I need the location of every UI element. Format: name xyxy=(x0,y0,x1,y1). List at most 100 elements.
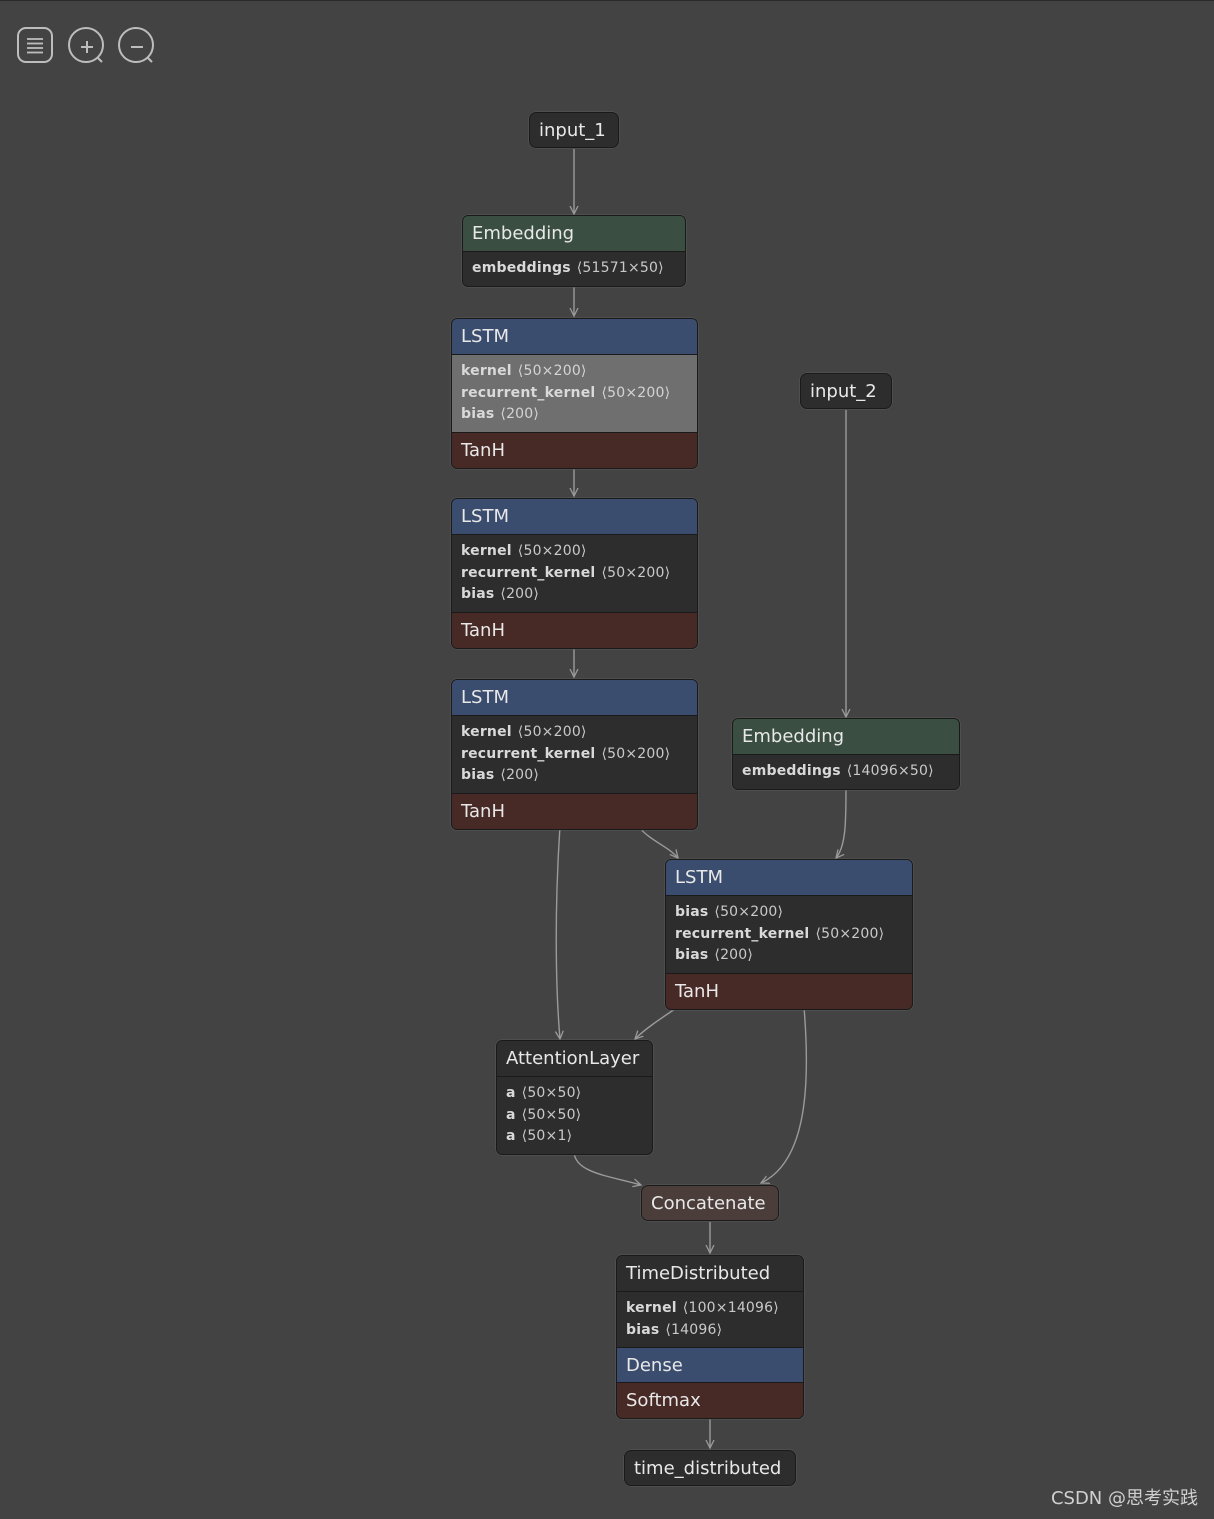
attr-name: recurrent_kernel xyxy=(461,384,596,401)
zoom-in-icon xyxy=(81,41,103,63)
attr-shape: ⟨50×200⟩ xyxy=(601,384,671,401)
attr-name: bias xyxy=(675,904,709,920)
node-title: Embedding xyxy=(472,223,575,244)
node-lstm-1[interactable]: LSTM kernel ⟨50×200⟩ recurrent_kernel ⟨50×… xyxy=(451,318,698,469)
node-input-1[interactable]: input_1 xyxy=(529,112,619,148)
activation-label: TanH xyxy=(461,619,505,641)
attr-shape: ⟨200⟩ xyxy=(500,767,540,783)
attr-shape: ⟨200⟩ xyxy=(500,406,540,422)
node-embedding-1-attrs: embeddings ⟨51571×50⟩ xyxy=(463,251,685,286)
node-concatenate-label: Concatenate xyxy=(651,1192,766,1214)
node-lstm-2-header: LSTM xyxy=(452,499,697,534)
node-output[interactable]: time_distributed xyxy=(624,1450,796,1486)
node-title: LSTM xyxy=(461,326,509,347)
attr-name: bias xyxy=(461,406,495,422)
attr-shape: ⟨14096×50⟩ xyxy=(846,763,934,779)
attr-shape: ⟨50×200⟩ xyxy=(714,904,784,920)
node-input-2-label: input_2 xyxy=(810,380,877,402)
activation-label: TanH xyxy=(461,439,505,461)
attr-name: a xyxy=(506,1085,516,1101)
edge-embedding2-lstm4 xyxy=(836,786,847,858)
activation-label: TanH xyxy=(675,980,719,1002)
edge-lstm3-lstm4 xyxy=(637,825,678,858)
attr-name: a xyxy=(506,1128,516,1144)
node-time-distributed[interactable]: TimeDistributed kernel ⟨100×14096⟩ bias ⟨1… xyxy=(616,1255,804,1419)
attr-name: a xyxy=(506,1106,516,1123)
attr-shape: ⟨50×50⟩ xyxy=(521,1085,582,1101)
edge-attention-concat xyxy=(573,1151,641,1185)
attr-shape: ⟨200⟩ xyxy=(714,947,754,963)
attr-name: kernel xyxy=(461,724,512,740)
node-embedding-2-attrs: embeddings ⟨14096×50⟩ xyxy=(733,754,959,789)
zoom-out-icon xyxy=(131,46,153,63)
node-embedding-2[interactable]: Embedding embeddings ⟨14096×50⟩ xyxy=(732,718,960,790)
node-input-2[interactable]: input_2 xyxy=(800,373,892,409)
node-lstm-4[interactable]: LSTM bias ⟨50×200⟩ recurrent_kernel ⟨50×20… xyxy=(665,859,913,1010)
attr-shape: ⟨51571×50⟩ xyxy=(576,260,664,276)
node-input-1-label: input_1 xyxy=(539,119,606,141)
node-lstm-1-attrs: kernel ⟨50×200⟩ recurrent_kernel ⟨50×200⟩ … xyxy=(452,354,697,433)
node-time-distributed-attrs: kernel ⟨100×14096⟩ bias ⟨14096⟩ xyxy=(617,1291,803,1348)
node-concatenate[interactable]: Concatenate xyxy=(641,1185,779,1221)
attr-shape: ⟨14096⟩ xyxy=(665,1321,723,1338)
menu-icon xyxy=(27,38,43,54)
attr-name: bias xyxy=(626,1321,660,1338)
attr-shape: ⟨50×1⟩ xyxy=(521,1128,573,1144)
edge-lstm3-attention xyxy=(556,825,560,1039)
activation-label: Softmax xyxy=(626,1390,701,1411)
node-lstm-4-attrs: bias ⟨50×200⟩ recurrent_kernel ⟨50×200⟩ bi… xyxy=(666,895,912,974)
node-time-distributed-activation: Softmax xyxy=(617,1383,803,1418)
activation-label: TanH xyxy=(461,800,505,822)
attr-shape: ⟨200⟩ xyxy=(500,586,540,602)
node-title: AttentionLayer xyxy=(506,1048,640,1069)
node-lstm-1-activation: TanH xyxy=(452,432,697,468)
attr-name: bias xyxy=(461,586,495,602)
node-lstm-3-header: LSTM xyxy=(452,680,697,715)
attr-shape: ⟨50×200⟩ xyxy=(517,363,587,379)
attr-name: kernel xyxy=(461,363,512,379)
node-lstm-2[interactable]: LSTM kernel ⟨50×200⟩ recurrent_kernel ⟨50×… xyxy=(451,498,698,649)
node-attention-header: AttentionLayer xyxy=(497,1041,652,1076)
inner-layer-label: Dense xyxy=(626,1354,683,1376)
attr-name: embeddings xyxy=(472,260,571,276)
node-lstm-4-activation: TanH xyxy=(666,973,912,1009)
node-lstm-4-header: LSTM xyxy=(666,860,912,895)
attr-name: bias xyxy=(461,767,495,783)
attr-shape: ⟨50×200⟩ xyxy=(601,745,671,762)
node-embedding-1-header: Embedding xyxy=(463,216,685,251)
node-lstm-2-attrs: kernel ⟨50×200⟩ recurrent_kernel ⟨50×200⟩ … xyxy=(452,534,697,613)
node-time-distributed-header: TimeDistributed xyxy=(617,1256,803,1291)
zoom-in-button[interactable] xyxy=(68,27,104,63)
attr-name: kernel xyxy=(626,1300,677,1316)
node-title: Embedding xyxy=(742,726,845,747)
attr-shape: ⟨100×14096⟩ xyxy=(682,1300,779,1316)
menu-button[interactable] xyxy=(17,27,53,63)
node-lstm-1-header: LSTM xyxy=(452,319,697,354)
zoom-out-button[interactable] xyxy=(118,27,154,63)
attr-name: recurrent_kernel xyxy=(461,564,596,581)
attr-name: bias xyxy=(675,947,709,963)
node-lstm-3-attrs: kernel ⟨50×200⟩ recurrent_kernel ⟨50×200⟩ … xyxy=(452,715,697,794)
node-title: LSTM xyxy=(461,687,509,708)
node-lstm-3-activation: TanH xyxy=(452,793,697,829)
node-title: LSTM xyxy=(461,506,509,527)
attr-shape: ⟨50×200⟩ xyxy=(517,543,587,559)
attr-name: recurrent_kernel xyxy=(461,745,596,762)
node-embedding-1[interactable]: Embedding embeddings ⟨51571×50⟩ xyxy=(462,215,686,287)
attr-name: embeddings xyxy=(742,763,841,779)
edge-lstm4-attention xyxy=(635,1006,679,1039)
attr-name: recurrent_kernel xyxy=(675,925,810,942)
attr-shape: ⟨50×200⟩ xyxy=(517,724,587,740)
node-lstm-3[interactable]: LSTM kernel ⟨50×200⟩ recurrent_kernel ⟨50×… xyxy=(451,679,698,830)
node-embedding-2-header: Embedding xyxy=(733,719,959,754)
attr-shape: ⟨50×200⟩ xyxy=(601,564,671,581)
watermark: CSDN @思考实践 xyxy=(1050,1488,1198,1509)
node-attention-layer[interactable]: AttentionLayer a ⟨50×50⟩ a ⟨50×50⟩ a ⟨50×1⟩ xyxy=(496,1040,653,1155)
node-output-label: time_distributed xyxy=(634,1457,782,1479)
node-time-distributed-inner: Dense xyxy=(617,1348,803,1383)
attr-name: kernel xyxy=(461,543,512,559)
node-title: LSTM xyxy=(675,867,723,888)
node-lstm-2-activation: TanH xyxy=(452,612,697,648)
node-attention-attrs: a ⟨50×50⟩ a ⟨50×50⟩ a ⟨50×1⟩ xyxy=(497,1076,652,1154)
attr-shape: ⟨50×50⟩ xyxy=(521,1106,582,1123)
